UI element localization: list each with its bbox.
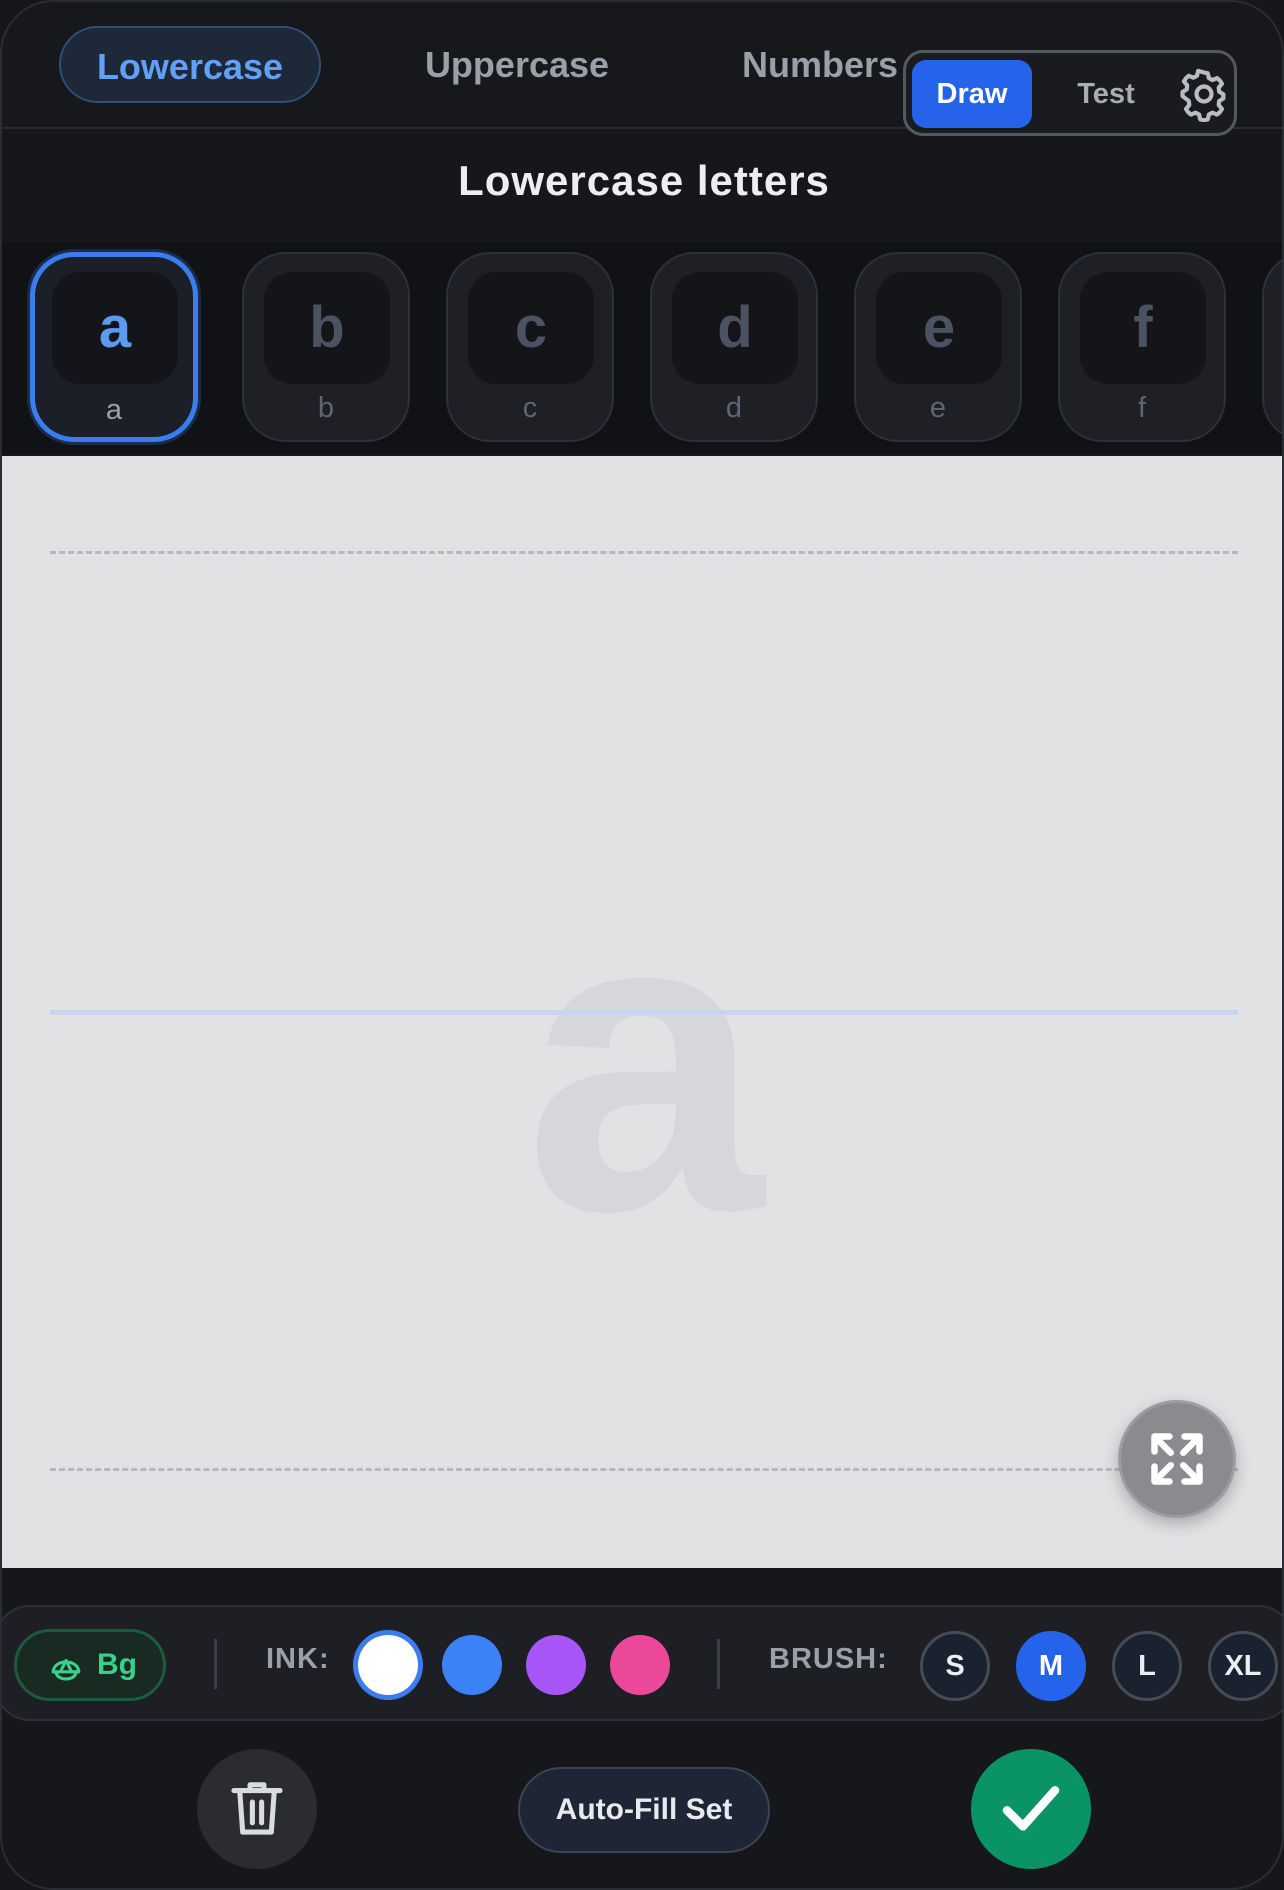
baseline-guide xyxy=(50,1010,1238,1015)
gear-icon[interactable] xyxy=(1176,66,1232,123)
letter-glyph: a xyxy=(52,272,178,384)
ink-color-purple[interactable] xyxy=(526,1635,586,1695)
fullscreen-button[interactable] xyxy=(1118,1400,1236,1518)
letter-glyph: d xyxy=(672,272,798,384)
background-button[interactable]: Bg xyxy=(14,1629,166,1701)
letter-caption: d xyxy=(725,392,743,424)
auto-fill-set-button[interactable]: Auto-Fill Set xyxy=(518,1767,770,1853)
ink-color-blue[interactable] xyxy=(442,1635,502,1695)
letter-card-partial[interactable] xyxy=(1262,252,1282,442)
mode-switch: Draw Test xyxy=(903,50,1237,136)
trash-icon xyxy=(231,1782,283,1835)
toolbar-divider xyxy=(214,1639,217,1689)
letter-glyph: f xyxy=(1080,272,1206,384)
app-window: Lowercase Uppercase Numbers Draw Test Lo… xyxy=(0,0,1284,1890)
letter-glyph: c xyxy=(468,272,594,384)
bottom-guide-line xyxy=(50,1468,1238,1471)
letter-glyph: b xyxy=(264,272,390,384)
brush-label: BRUSH: xyxy=(769,1643,888,1675)
confirm-button[interactable] xyxy=(971,1749,1091,1869)
drawing-canvas[interactable]: a xyxy=(2,456,1282,1568)
draw-mode-button[interactable]: Draw xyxy=(912,60,1032,128)
toolbar-divider xyxy=(717,1639,720,1689)
check-icon xyxy=(1002,1786,1060,1831)
letter-card-a[interactable]: a a xyxy=(30,252,198,442)
ink-color-white[interactable] xyxy=(358,1635,418,1695)
brush-size-s[interactable]: S xyxy=(920,1631,990,1701)
clear-button[interactable] xyxy=(197,1749,317,1869)
letter-card-f[interactable]: f f xyxy=(1058,252,1226,442)
letter-caption: a xyxy=(105,394,123,426)
letter-caption: f xyxy=(1137,392,1147,424)
ink-label: INK: xyxy=(266,1643,330,1675)
letter-card-d[interactable]: d d xyxy=(650,252,818,442)
ghost-letter: a xyxy=(524,821,764,1301)
tab-uppercase[interactable]: Uppercase xyxy=(402,26,632,103)
letter-card-e[interactable]: e e xyxy=(854,252,1022,442)
letter-card-c[interactable]: c c xyxy=(446,252,614,442)
ink-color-pink[interactable] xyxy=(610,1635,670,1695)
brush-size-xl[interactable]: XL xyxy=(1208,1631,1278,1701)
letter-card-b[interactable]: b b xyxy=(242,252,410,442)
drawing-toolbar: Bg INK: BRUSH: S M L XL xyxy=(2,1605,1282,1721)
section-title: Lowercase letters xyxy=(458,157,830,204)
brush-size-m[interactable]: M xyxy=(1016,1631,1086,1701)
expand-icon xyxy=(1151,1433,1203,1485)
letter-caption: c xyxy=(522,392,538,424)
tab-numbers[interactable]: Numbers xyxy=(742,26,912,103)
test-mode-button[interactable]: Test xyxy=(1046,60,1166,128)
tab-lowercase[interactable]: Lowercase xyxy=(59,26,321,103)
letter-caption: e xyxy=(929,392,947,424)
letter-glyph: e xyxy=(876,272,1002,384)
top-guide-line xyxy=(50,551,1238,554)
letter-caption: b xyxy=(317,392,335,424)
brush-size-l[interactable]: L xyxy=(1112,1631,1182,1701)
paint-bucket-icon xyxy=(51,1658,81,1681)
background-label: Bg xyxy=(97,1648,137,1681)
letter-strip: a a b b c c d d e e f f xyxy=(2,242,1282,454)
